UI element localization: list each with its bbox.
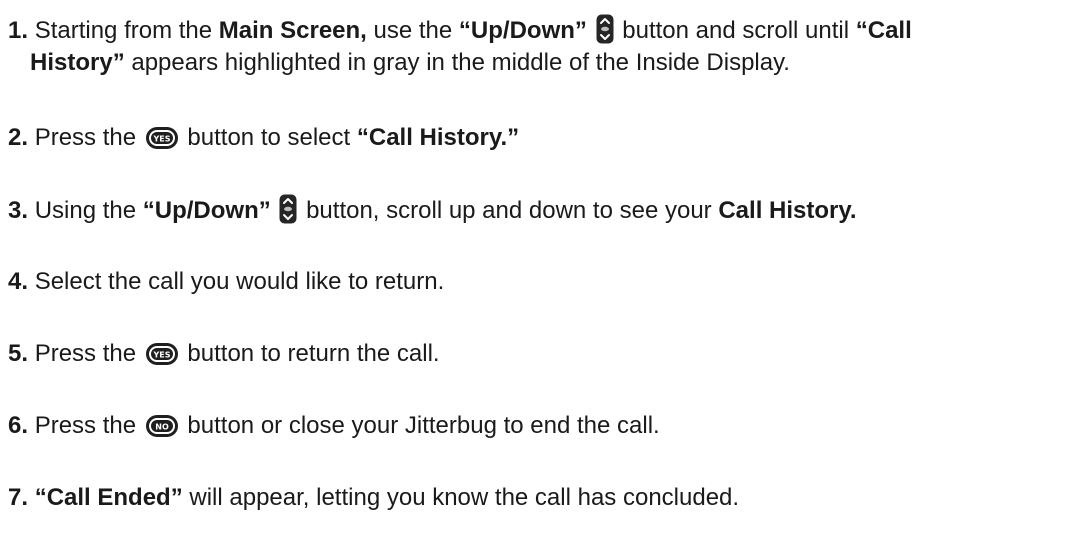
step-text: button or close your Jitterbug to end th… xyxy=(187,412,660,439)
step-text: button to return the call. xyxy=(187,340,440,367)
step-text: Press the xyxy=(34,340,137,367)
step-text: use the xyxy=(373,17,453,44)
step-emphasis: Call History. xyxy=(718,197,857,224)
step-text: Select the call you would like to return… xyxy=(34,268,445,295)
step-text: will appear, letting you know the call h… xyxy=(189,484,740,511)
step-emphasis: Main Screen, xyxy=(218,17,367,44)
step-number: 4. xyxy=(8,268,29,295)
up-down-icon xyxy=(279,194,297,224)
step-continuation: History” appears highlighted in gray in … xyxy=(8,47,912,79)
step-emphasis: History” xyxy=(30,49,125,76)
up-down-icon xyxy=(596,14,614,44)
step-2: 2. Press the YES button to select “Call … xyxy=(8,122,519,154)
step-emphasis: “Call Ended” xyxy=(34,484,183,511)
step-number: 6. xyxy=(8,412,29,439)
yes-button-icon: YES xyxy=(145,126,179,150)
yes-button-icon: YES xyxy=(145,342,179,366)
step-7: 7. “Call Ended” will appear, letting you… xyxy=(8,482,739,514)
step-number: 1. xyxy=(8,17,29,44)
no-icon-label: NO xyxy=(155,423,169,432)
step-text: appears highlighted in gray in the middl… xyxy=(131,49,790,76)
step-text: Using the xyxy=(34,197,137,224)
step-3: 3. Using the “Up/Down” button, scroll up… xyxy=(8,194,857,227)
step-5: 5. Press the YES button to return the ca… xyxy=(8,338,440,370)
yes-icon-label: YES xyxy=(152,351,170,360)
yes-icon-label: YES xyxy=(152,135,170,144)
no-button-icon: NO xyxy=(145,414,179,438)
step-text: Starting from the xyxy=(34,17,213,44)
step-emphasis: “Up/Down” xyxy=(142,197,271,224)
step-text: button, scroll up and down to see your xyxy=(306,197,712,224)
step-number: 2. xyxy=(8,124,29,151)
step-number: 5. xyxy=(8,340,29,367)
step-number: 3. xyxy=(8,197,29,224)
step-emphasis: “Call xyxy=(855,17,912,44)
step-text: button to select xyxy=(187,124,351,151)
step-text: Press the xyxy=(34,412,137,439)
step-emphasis: “Call History.” xyxy=(356,124,520,151)
step-1: 1. Starting from the Main Screen, use th… xyxy=(8,14,912,79)
step-4: 4. Select the call you would like to ret… xyxy=(8,266,444,298)
step-6: 6. Press the NO button or close your Jit… xyxy=(8,410,660,442)
step-text: Press the xyxy=(34,124,137,151)
step-number: 7. xyxy=(8,484,29,511)
step-emphasis: “Up/Down” xyxy=(458,17,587,44)
step-text: button and scroll until xyxy=(622,17,850,44)
